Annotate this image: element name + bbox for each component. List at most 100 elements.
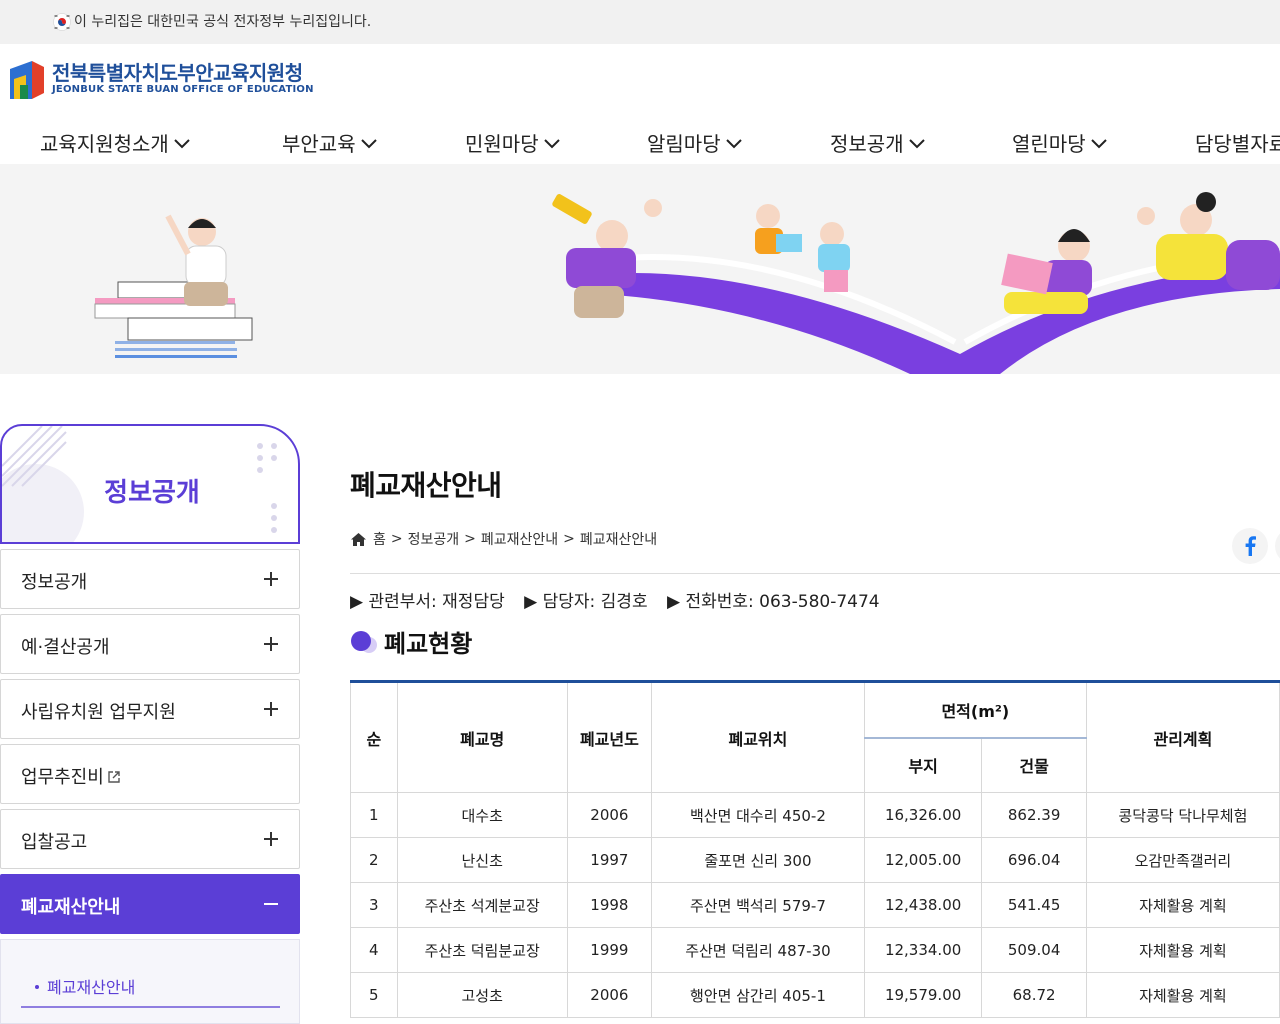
gnb-item-label: 부안교육 [282, 132, 356, 156]
lnb-item-closed-school[interactable]: 폐교재산안내 [0, 874, 300, 934]
lnb-item-budget[interactable]: 예·결산공개 [0, 614, 300, 674]
gnb-item-label: 민원마당 [465, 132, 539, 156]
gnb-item-about[interactable]: 교육지원청소개 [40, 128, 191, 157]
section-bullet-icon [351, 630, 377, 653]
share-button[interactable] [1275, 528, 1280, 564]
cell-location: 주산면 덕림리 487-30 [651, 927, 865, 973]
gnb-item-label: 열린마당 [1012, 132, 1086, 156]
lnb-submenu: 폐교재산안내 [0, 939, 300, 1024]
cell-name: 주산초 덕림분교장 [396, 927, 568, 973]
cell-year: 1998 [566, 882, 653, 928]
table-row: 3 주산초 석계분교장 1998 주산면 백석리 579-7 12,438.00… [350, 882, 1280, 928]
phone-number: ▶ 전화번호: 063-580-7474 [667, 592, 880, 612]
breadcrumb-item[interactable]: 폐교재산안내 [481, 529, 558, 549]
cell-site: 19,579.00 [863, 972, 983, 1018]
page-title: 폐교재산안내 [350, 469, 502, 502]
col-header-area: 면적(m²) [863, 680, 1087, 738]
col-header-year: 폐교년도 [566, 680, 653, 793]
breadcrumb-item[interactable]: 정보공개 [408, 529, 460, 549]
cell-no: 2 [350, 837, 398, 883]
col-header-location: 폐교위치 [651, 680, 865, 793]
lnb-item-label: 업무추진비 [21, 763, 121, 789]
plus-icon [264, 572, 278, 586]
gnb-item-label: 담당별자료 [1195, 132, 1280, 156]
lnb-item-label: 입찰공고 [21, 832, 88, 853]
cell-location: 행안면 삼간리 405-1 [651, 972, 865, 1018]
cell-no: 1 [350, 792, 398, 838]
breadcrumb: 홈 > 정보공개 > 폐교재산안내 > 폐교재산안내 [350, 529, 657, 549]
col-header-building: 건물 [981, 736, 1087, 793]
gnb-item-civil[interactable]: 민원마당 [465, 128, 561, 157]
closed-school-table: 순 폐교명 폐교년도 폐교위치 면적(m²) 관리계획 부지 건물 1 대수초 … [350, 680, 1280, 1018]
cell-name: 난신초 [396, 837, 568, 883]
breadcrumb-current: 폐교재산안내 [579, 532, 658, 548]
hero-illustration-art [94, 192, 1280, 374]
related-department: ▶ 관련부서: 재정담당 [350, 592, 505, 612]
lnb-subitem-closed-school[interactable]: 폐교재산안내 [21, 974, 280, 1008]
gov-banner-text: 이 누리집은 대한민국 공식 전자정부 누리집입니다. [74, 14, 372, 30]
gnb-item-info[interactable]: 정보공개 [830, 128, 926, 157]
cell-site: 12,005.00 [863, 837, 983, 883]
logo-name-ko: 전북특별자치도부안교육지원청 [52, 61, 303, 85]
chevron-down-icon [543, 138, 560, 148]
lnb-item-label: 예·결산공개 [21, 637, 110, 658]
cell-year: 1997 [566, 837, 653, 883]
chevron-down-icon [174, 138, 190, 148]
cell-building: 541.45 [981, 882, 1087, 928]
cell-location: 주산면 백석리 579-7 [651, 882, 865, 928]
chevron-down-icon [908, 138, 925, 148]
table-row: 1 대수초 2006 백산면 대수리 450-2 16,326.00 862.3… [350, 792, 1280, 838]
logo-mark-icon [10, 61, 44, 99]
cell-no: 5 [350, 972, 398, 1018]
cell-plan: 자체활용 계획 [1085, 972, 1280, 1018]
col-header-name: 폐교명 [396, 680, 568, 793]
facebook-icon [1245, 536, 1256, 556]
chevron-down-icon [725, 138, 742, 148]
external-link-icon [108, 771, 120, 783]
lnb-item-private-kindergarten[interactable]: 사립유치원 업무지원 [0, 679, 300, 739]
gnb-item-label: 정보공개 [830, 132, 904, 156]
gnb-item-buan-edu[interactable]: 부안교육 [282, 128, 378, 157]
cell-plan: 오감만족갤러리 [1085, 837, 1280, 883]
lnb-item-expenses[interactable]: 업무추진비 [0, 744, 300, 804]
lnb-item-label: 폐교재산안내 [21, 897, 121, 918]
section-title: 폐교현황 [350, 624, 472, 659]
table-row: 5 고성초 2006 행안면 삼간리 405-1 19,579.00 68.72… [350, 972, 1280, 1018]
lnb-item-label: 사립유치원 업무지원 [21, 702, 176, 723]
home-icon[interactable] [350, 532, 367, 547]
chevron-down-icon [360, 138, 377, 148]
gov-banner: 이 누리집은 대한민국 공식 전자정부 누리집입니다. [0, 0, 1280, 44]
cell-no: 4 [350, 927, 398, 973]
cell-name: 대수초 [396, 792, 568, 838]
lnb-item-bidding[interactable]: 입찰공고 [0, 809, 300, 869]
korean-flag-icon [53, 13, 71, 31]
cell-location: 줄포면 신리 300 [651, 837, 865, 883]
col-header-no: 순 [350, 680, 398, 793]
cell-no: 3 [350, 882, 398, 928]
cell-building: 696.04 [981, 837, 1087, 883]
lnb-title: 정보공개 [104, 478, 200, 508]
cell-name: 주산초 석계분교장 [396, 882, 568, 928]
bullet-icon [35, 984, 39, 989]
manager: ▶ 담당자: 김경호 [524, 592, 648, 612]
cell-year: 2006 [566, 792, 653, 838]
cell-building: 68.72 [981, 972, 1087, 1018]
global-nav: 교육지원청소개 부안교육 민원마당 알림마당 정보공개 열린마당 담당별자료 [0, 128, 1280, 164]
col-header-plan: 관리계획 [1085, 680, 1280, 793]
breadcrumb-home[interactable]: 홈 [373, 529, 386, 549]
lnb-item-label: 정보공개 [21, 572, 88, 593]
plus-icon [264, 702, 278, 716]
plus-icon [264, 832, 278, 846]
table-row: 4 주산초 덕림분교장 1999 주산면 덕림리 487-30 12,334.0… [350, 927, 1280, 973]
lnb-header: 정보공개 [0, 424, 300, 544]
facebook-share-button[interactable] [1232, 528, 1268, 564]
hero-illustration [0, 164, 1280, 374]
cell-building: 862.39 [981, 792, 1087, 838]
cell-year: 2006 [566, 972, 653, 1018]
cell-plan: 자체활용 계획 [1085, 927, 1280, 973]
cell-year: 1999 [566, 927, 653, 973]
gnb-item-open[interactable]: 열린마당 [1012, 128, 1108, 157]
gnb-item-notice[interactable]: 알림마당 [647, 128, 743, 157]
lnb-item-info-disclosure[interactable]: 정보공개 [0, 549, 300, 609]
gnb-item-dept-data[interactable]: 담당별자료 [1195, 128, 1280, 157]
